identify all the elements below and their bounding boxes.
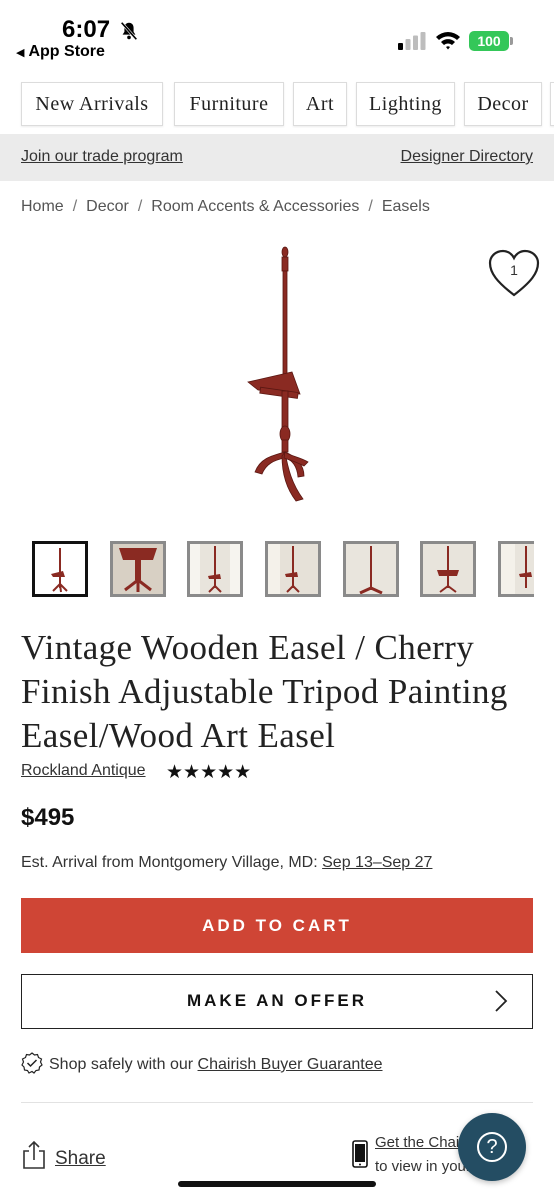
question-mark-icon: ? bbox=[477, 1132, 507, 1162]
add-to-cart-button[interactable]: ADD TO CART bbox=[21, 898, 533, 953]
product-title: Vintage Wooden Easel / Cherry Finish Adj… bbox=[21, 628, 508, 755]
thumbnail[interactable] bbox=[187, 541, 243, 597]
buyer-guarantee-link[interactable]: Chairish Buyer Guarantee bbox=[198, 1056, 383, 1073]
cellular-signal-icon bbox=[398, 32, 426, 50]
designer-directory-link[interactable]: Designer Directory bbox=[401, 148, 533, 166]
thumbnail[interactable] bbox=[110, 541, 166, 597]
trade-bar: Join our trade program Designer Director… bbox=[0, 134, 554, 181]
share-button[interactable]: Share bbox=[21, 1140, 106, 1170]
thumbnail[interactable] bbox=[343, 541, 399, 597]
make-offer-label: MAKE AN OFFER bbox=[186, 991, 368, 1010]
breadcrumb-easels[interactable]: Easels bbox=[382, 198, 430, 215]
estimated-arrival: Est. Arrival from Montgomery Village, MD… bbox=[21, 854, 432, 872]
nav-more-partial[interactable] bbox=[550, 82, 554, 126]
breadcrumb-room-accents[interactable]: Room Accents & Accessories bbox=[151, 198, 359, 215]
thumbnail[interactable] bbox=[498, 541, 534, 597]
back-to-app-store[interactable]: ◀ App Store bbox=[16, 43, 105, 61]
product-main-image[interactable] bbox=[200, 244, 360, 509]
home-indicator[interactable] bbox=[178, 1181, 376, 1187]
guarantee-prefix: Shop safely with our bbox=[49, 1056, 198, 1073]
breadcrumb: Home / Decor / Room Accents & Accessories / Ea… bbox=[21, 198, 430, 215]
nav-furniture[interactable]: Furniture bbox=[174, 82, 284, 126]
check-badge-icon bbox=[21, 1052, 43, 1074]
favorite-count: 1 bbox=[510, 262, 518, 278]
join-trade-program-link[interactable]: Join our trade program bbox=[21, 148, 183, 166]
divider bbox=[21, 1102, 533, 1103]
seller-rating-stars: ★★★★★ bbox=[166, 762, 252, 783]
nav-art[interactable]: Art bbox=[293, 82, 347, 126]
thumbnail[interactable] bbox=[265, 541, 321, 597]
silent-bell-icon bbox=[120, 21, 138, 41]
nav-new-arrivals[interactable]: New Arrivals bbox=[21, 82, 163, 126]
buyer-guarantee: Shop safely with our Chairish Buyer Guar… bbox=[21, 1052, 383, 1074]
category-nav: New Arrivals Furniture Art Lighting Deco… bbox=[0, 80, 554, 128]
thumbnail[interactable] bbox=[32, 541, 88, 597]
back-app-label: App Store bbox=[28, 43, 105, 60]
arrival-prefix: Est. Arrival from Montgomery Village, MD… bbox=[21, 854, 323, 871]
clock: 6:07 bbox=[62, 16, 111, 43]
nav-decor[interactable]: Decor bbox=[464, 82, 542, 126]
arrival-dates-link[interactable]: Sep 13–Sep 27 bbox=[322, 854, 432, 871]
back-triangle-icon: ◀ bbox=[16, 47, 25, 59]
seller-link[interactable]: Rockland Antique bbox=[21, 762, 146, 780]
thumbnail[interactable] bbox=[420, 541, 476, 597]
breadcrumb-home[interactable]: Home bbox=[21, 198, 64, 215]
phone-icon bbox=[352, 1140, 368, 1168]
status-bar: 6:07 ◀ App Store 100 bbox=[0, 0, 554, 70]
share-icon bbox=[23, 1140, 45, 1169]
share-label: Share bbox=[55, 1148, 106, 1169]
chevron-right-icon bbox=[495, 990, 508, 1012]
nav-lighting[interactable]: Lighting bbox=[356, 82, 455, 126]
wifi-icon bbox=[436, 32, 460, 50]
battery-nub bbox=[510, 37, 513, 45]
breadcrumb-decor[interactable]: Decor bbox=[86, 198, 129, 215]
help-button[interactable]: ? bbox=[458, 1113, 526, 1181]
thumbnail-strip bbox=[32, 541, 534, 597]
product-price: $495 bbox=[21, 804, 75, 831]
make-offer-button[interactable]: MAKE AN OFFER bbox=[21, 974, 533, 1029]
battery-indicator: 100 bbox=[469, 31, 509, 51]
